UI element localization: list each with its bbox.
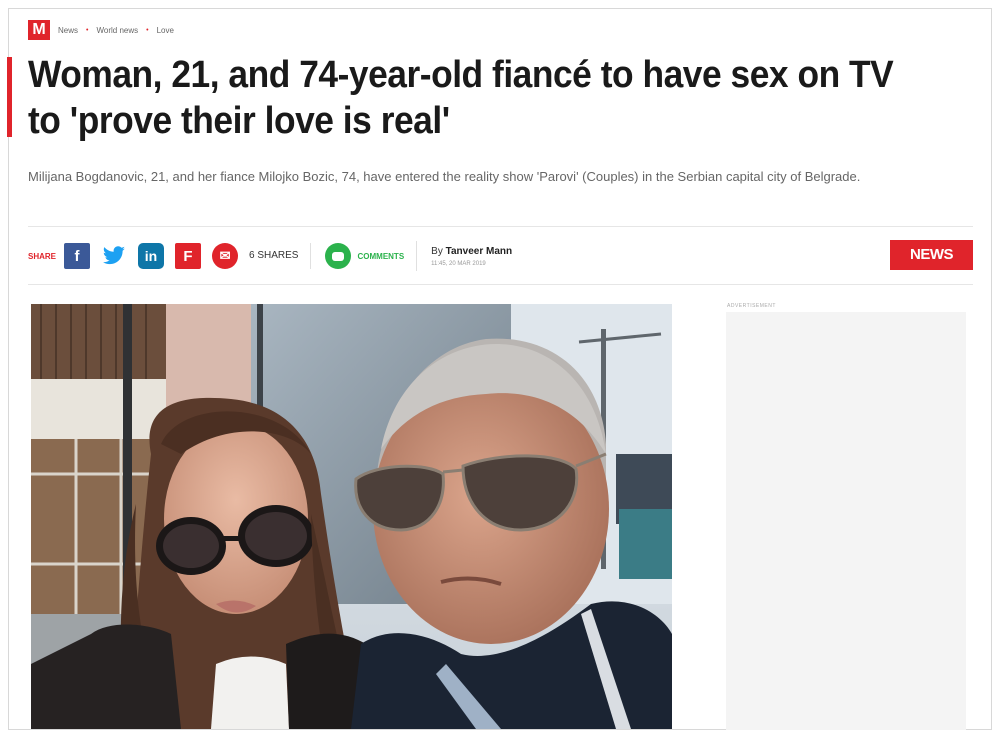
advertisement-slot[interactable]	[726, 312, 966, 730]
mirror-logo[interactable]: M	[28, 20, 50, 40]
linkedin-share-button[interactable]: in	[138, 243, 165, 269]
comments-label: COMMENTS	[357, 251, 405, 261]
author-line: By Tanveer Mann	[431, 246, 512, 257]
facebook-icon: f	[74, 247, 80, 265]
breadcrumb-separator: •	[146, 26, 149, 34]
article-headline: Woman, 21, and 74-year-old fiancé to hav…	[28, 54, 894, 142]
couple-selfie-image	[31, 304, 672, 729]
twitter-share-button[interactable]	[101, 243, 127, 269]
article-photo[interactable]	[31, 304, 672, 729]
divider	[28, 284, 973, 285]
share-label: SHARE	[28, 251, 57, 261]
email-icon: ✉	[219, 248, 231, 263]
article-standfirst: Milijana Bogdanovic, 21, and her fiance …	[28, 169, 861, 184]
breadcrumb-love[interactable]: Love	[157, 26, 174, 35]
linkedin-icon: in	[144, 248, 158, 264]
breadcrumb-news[interactable]: News	[58, 26, 78, 35]
headline-accent-bar	[7, 57, 12, 137]
breadcrumb-world-news[interactable]: World news	[96, 26, 138, 35]
byline-prefix: By	[431, 245, 443, 257]
breadcrumb: M News • World news • Love	[28, 20, 174, 40]
byline: By Tanveer Mann 11:45, 20 MAR 2019	[431, 246, 512, 267]
flipboard-share-button[interactable]: F	[175, 243, 202, 269]
comments-button[interactable]: COMMENTS	[325, 241, 418, 271]
news-section-button[interactable]: NEWS	[890, 240, 973, 270]
advertisement-label: ADVERTISEMENT	[727, 303, 776, 309]
twitter-icon	[102, 246, 126, 265]
shares-count: 6 SHARES	[249, 243, 312, 269]
publish-date: 11:45, 20 MAR 2019	[431, 260, 486, 267]
author-name[interactable]: Tanveer Mann	[446, 246, 513, 257]
divider	[28, 226, 973, 227]
comment-icon	[325, 243, 352, 269]
breadcrumb-separator: •	[86, 26, 89, 34]
flipboard-icon: F	[183, 247, 193, 265]
share-bar: SHARE f in F ✉ 6 SHARES COMMENTS By Tanv…	[28, 236, 512, 276]
email-share-button[interactable]: ✉	[212, 243, 239, 269]
facebook-share-button[interactable]: f	[64, 243, 91, 269]
